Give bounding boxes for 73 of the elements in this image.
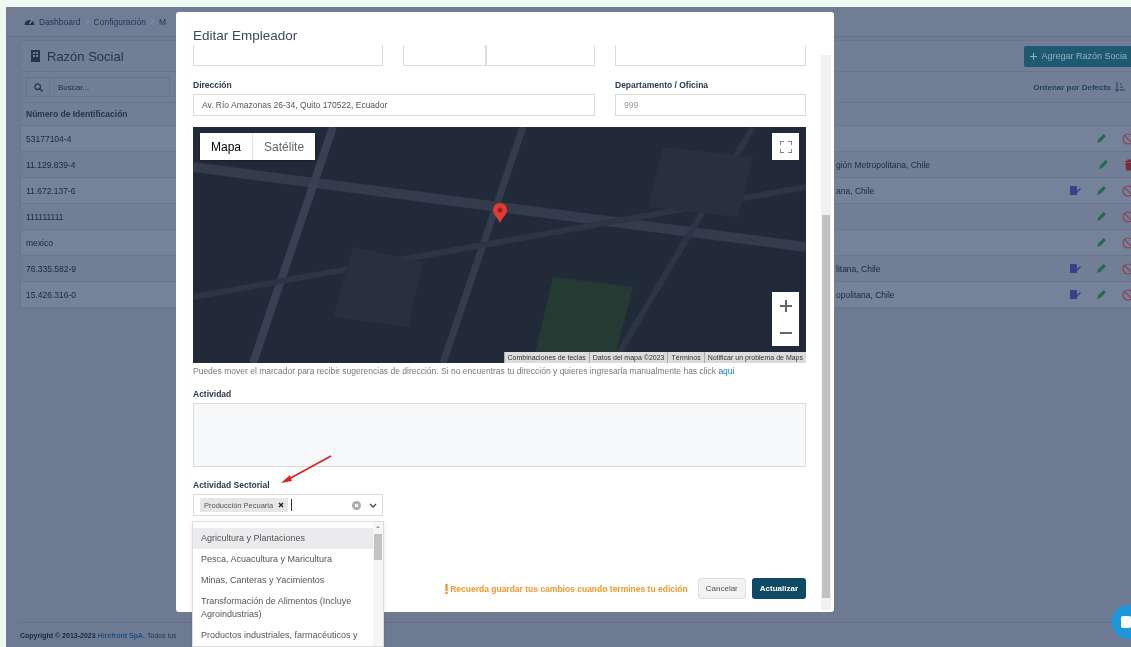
update-button[interactable]: Actualizar (751, 578, 806, 599)
search-icon (33, 82, 43, 92)
pencil-icon[interactable] (1096, 263, 1107, 274)
document-icon[interactable] (1069, 289, 1081, 300)
plus-icon (1030, 52, 1038, 60)
ban-icon[interactable] (1122, 184, 1131, 197)
ban-icon[interactable] (1122, 236, 1131, 249)
map-pin-icon[interactable] (493, 203, 507, 223)
remove-icon[interactable] (278, 502, 285, 508)
document-icon[interactable] (1069, 263, 1081, 274)
pencil-icon[interactable] (1096, 289, 1107, 300)
search-button[interactable] (26, 77, 50, 97)
map-type-tab[interactable]: Satélite (252, 133, 316, 160)
chat-button[interactable] (1111, 605, 1131, 639)
scrollbar-thumb[interactable] (374, 534, 382, 560)
table-cell: mexico (26, 237, 53, 248)
cancel-button[interactable]: Cancelar (697, 578, 746, 599)
chevron-down-icon[interactable] (369, 502, 377, 508)
input-field[interactable] (615, 45, 806, 66)
map-type-tab[interactable]: Mapa (200, 133, 253, 160)
table-cell: 76.335.582-9 (26, 263, 77, 274)
ban-icon[interactable] (1122, 262, 1131, 275)
field-label: Actividad Sectorial (193, 480, 270, 490)
search-field[interactable]: Buscar... (50, 77, 170, 97)
table-cell: opolitana, Chile (836, 289, 895, 300)
table-cell: ana, Chile (836, 185, 875, 196)
scrollbar-thumb[interactable] (822, 215, 830, 598)
table-cell: 53177104-4 (26, 133, 72, 144)
warning-text: Recuerda guardar tus cambios cuando termines tu edición (450, 583, 688, 594)
field-label: Actividad (193, 389, 232, 399)
pencil-icon[interactable] (1096, 133, 1107, 144)
table-cell: litana, Chile (836, 263, 881, 274)
card-title: Razón Social (47, 48, 124, 64)
ban-icon[interactable] (1122, 210, 1131, 223)
dashboard-icon (24, 17, 35, 26)
field-label: Dirección (193, 80, 232, 90)
field-label: Departamento / Oficina (615, 80, 709, 90)
address-field[interactable]: Av. Río Amazonas 26-34, Quito 170522, Ecuador (193, 94, 595, 116)
here-link[interactable]: aqui (718, 366, 735, 376)
ban-icon[interactable] (1122, 288, 1131, 301)
building-icon (31, 50, 40, 62)
table-cell: 11.672.137-6 (26, 185, 76, 196)
pencil-icon[interactable] (1098, 159, 1109, 170)
activity-textarea[interactable] (193, 403, 806, 467)
fullscreen-button[interactable] (772, 133, 799, 160)
input-field[interactable] (193, 45, 383, 66)
ban-icon[interactable] (1122, 132, 1131, 145)
pencil-icon[interactable] (1096, 211, 1107, 222)
office-field[interactable]: 999 (615, 94, 806, 116)
trash-icon[interactable] (1124, 158, 1131, 171)
dropdown-option[interactable]: Agricultura y Plantaciones (193, 528, 373, 549)
sort-icon[interactable] (1115, 82, 1125, 92)
dialog-title: Editar Empleador (193, 28, 298, 43)
table-cell: 111111111 (26, 211, 64, 222)
dropdown-option[interactable]: Productos industriales, farmacéuticos y (193, 625, 373, 646)
pencil-icon[interactable] (1096, 185, 1107, 196)
clear-icon[interactable] (352, 500, 361, 510)
dropdown-option[interactable]: Pesca, Acuacultura y Maricultura (193, 549, 373, 570)
minus-icon (779, 331, 792, 334)
dropdown-option[interactable]: Minas, Canteras y Yacimientos (193, 570, 373, 591)
table-cell: gión Metropolitana, Chile (836, 159, 931, 170)
extension-select[interactable] (402, 45, 486, 66)
plus-icon (779, 299, 792, 312)
pencil-icon[interactable] (1096, 237, 1107, 248)
table-cell: 15.426.316-0 (26, 289, 77, 300)
hint-text: Puedes mover el marcador para recibir sugerencias de dirección. Si no encuentras tu dirección y quieres ingresarla manualmente has click aqui (193, 366, 736, 376)
fullscreen-icon (779, 140, 792, 153)
annotation-arrow (281, 455, 332, 484)
dropdown-option[interactable]: Transformación de Alimentos (Incluye Agroindustrias) (193, 591, 373, 625)
warning-icon (445, 583, 449, 594)
table-cell: 11.129.839-4 (26, 159, 76, 170)
input-field[interactable] (485, 45, 596, 66)
document-icon[interactable] (1069, 185, 1081, 196)
